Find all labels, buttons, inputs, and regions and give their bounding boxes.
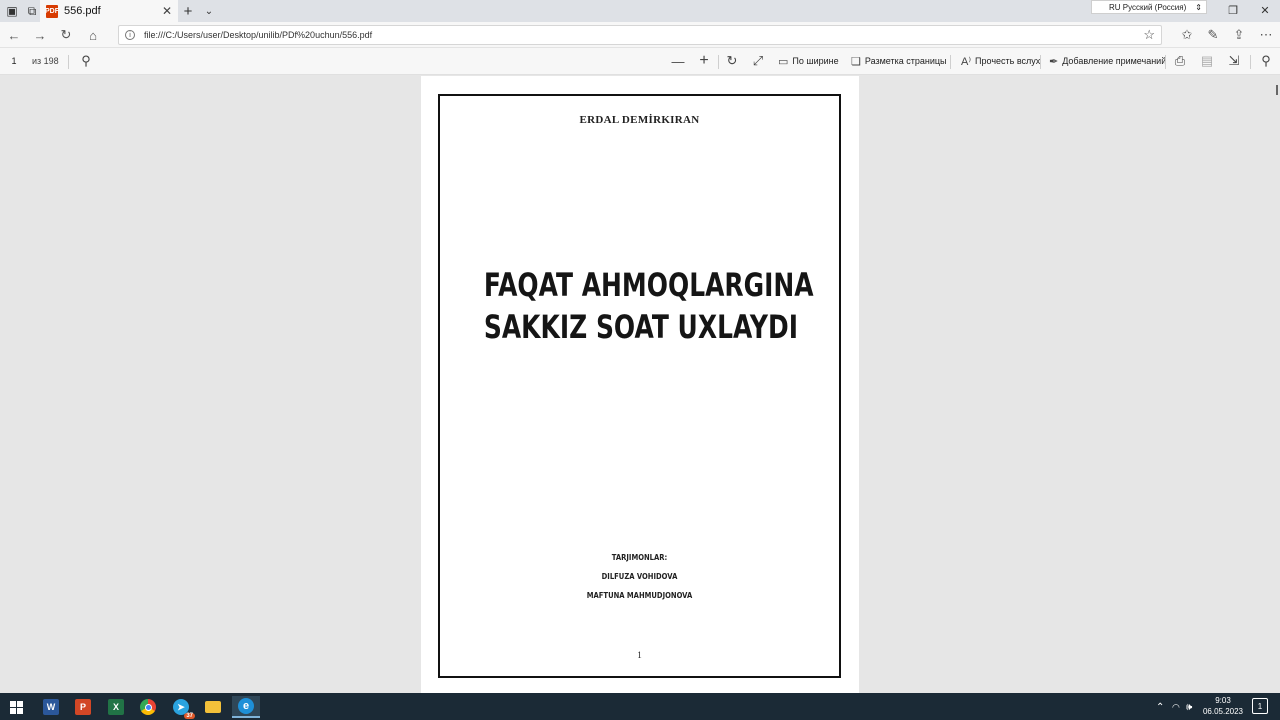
telegram-icon: ➤ 37 xyxy=(173,699,195,719)
info-icon[interactable]: i xyxy=(125,30,135,40)
page-border-frame: ERDAL DEMİRKIRAN FAQAT AHMOQLARGINA SAKK… xyxy=(438,94,841,678)
refresh-icon[interactable]: ↻ xyxy=(57,26,75,44)
system-clock[interactable]: 9:03 06.05.2023 xyxy=(1200,695,1246,717)
tab-list-chevron-icon[interactable]: ⌄ xyxy=(201,3,217,19)
share-icon[interactable]: ⇪ xyxy=(1230,26,1248,44)
translators-label: TARJIMONLAR: xyxy=(611,553,668,562)
toolbar-divider xyxy=(1165,55,1166,69)
volume-icon[interactable]: 🕪 xyxy=(1186,698,1192,716)
vertical-scrollbar[interactable] xyxy=(1276,85,1278,95)
page-layout-button[interactable]: ❏ Разметка страницы xyxy=(851,53,947,69)
page-number-input[interactable]: 1 xyxy=(4,53,24,69)
clock-date: 06.05.2023 xyxy=(1202,707,1244,716)
taskbar-chrome[interactable] xyxy=(137,696,159,718)
toolbar-divider xyxy=(950,55,951,69)
page-count: из 198 xyxy=(32,56,59,66)
pdf-toolbar: 1 из 198 ⚲ — + ↻ ⤢ ▭ По ширине ❏ Разметк… xyxy=(0,48,1280,75)
title-bar: ▣ ⧉ PDF 556.pdf ✕ + ⌄ RU Русский (Россия… xyxy=(0,0,1280,22)
windows-logo-icon xyxy=(9,700,23,714)
fit-width-icon: ▭ xyxy=(778,55,789,68)
folder-icon xyxy=(205,701,221,713)
toolbar-divider xyxy=(1250,55,1251,69)
fit-width-label: По ширине xyxy=(792,56,839,66)
web-notes-icon[interactable]: ✎ xyxy=(1204,26,1222,44)
taskbar-file-explorer[interactable] xyxy=(202,696,224,718)
clock-time: 9:03 xyxy=(1215,696,1231,705)
book-title-line-1: FAQAT AHMOQLARGINA xyxy=(483,266,814,304)
close-tab-icon[interactable]: ✕ xyxy=(162,4,172,18)
read-aloud-button[interactable]: A⁾ Прочесть вслух xyxy=(961,53,1040,69)
tab-title: 556.pdf xyxy=(64,5,101,17)
set-aside-tabs-icon[interactable]: ⧉ xyxy=(24,3,40,19)
page-layout-label: Разметка страницы xyxy=(864,56,947,66)
telegram-unread-badge: 37 xyxy=(184,713,195,719)
edge-icon: e xyxy=(238,698,254,714)
pdf-page: ERDAL DEMİRKIRAN FAQAT AHMOQLARGINA SAKK… xyxy=(421,76,859,693)
pdf-viewer[interactable]: ERDAL DEMİRKIRAN FAQAT AHMOQLARGINA SAKK… xyxy=(0,75,1280,693)
pdf-icon: PDF xyxy=(45,4,59,18)
more-menu-icon[interactable]: ⋯ xyxy=(1257,26,1275,44)
taskbar-edge[interactable]: e xyxy=(232,696,260,718)
toolbar-divider xyxy=(68,55,69,69)
tab-556-pdf[interactable]: PDF 556.pdf ✕ xyxy=(40,0,178,22)
restore-window-icon[interactable]: ❐ xyxy=(1224,2,1242,18)
read-aloud-icon: A⁾ xyxy=(961,55,972,68)
toolbar-divider xyxy=(718,55,719,69)
add-notes-button[interactable]: ✒ Добавление примечаний xyxy=(1049,53,1166,69)
powerpoint-icon: P xyxy=(75,699,91,715)
language-label: RU Русский (Россия) xyxy=(1109,2,1187,12)
language-spinner-icon[interactable]: ⇕ xyxy=(1195,3,1202,12)
zoom-in-icon[interactable]: + xyxy=(696,52,712,69)
favorite-star-icon[interactable]: ☆ xyxy=(1143,27,1155,43)
taskbar-excel[interactable]: X xyxy=(105,696,127,718)
book-title-line-2: SAKKIZ SOAT UXLAYDI xyxy=(483,308,798,346)
favorites-icon[interactable]: ✩ xyxy=(1178,26,1196,44)
tab-actions-icon[interactable]: ▣ xyxy=(4,3,20,19)
zoom-out-icon[interactable]: — xyxy=(670,53,686,69)
address-bar-row: ← → ↻ ⌂ i file:///C:/Users/user/Desktop/… xyxy=(0,22,1280,48)
taskbar-powerpoint[interactable]: P xyxy=(72,696,94,718)
start-button[interactable] xyxy=(5,696,27,718)
read-aloud-label: Прочесть вслух xyxy=(975,56,1041,66)
taskbar: W P X ➤ 37 e ⌃ ◠ 🕪 9:03 06.05.2023 1 xyxy=(0,693,1280,720)
fit-page-icon[interactable]: ⤢ xyxy=(750,53,766,69)
url-text: file:///C:/Users/user/Desktop/unilib/PDf… xyxy=(144,30,373,40)
pen-icon: ✒ xyxy=(1049,55,1059,68)
page-footer-number: 1 xyxy=(637,650,642,660)
word-icon: W xyxy=(43,699,59,715)
new-tab-icon[interactable]: + xyxy=(180,3,196,20)
back-arrow-icon[interactable]: ← xyxy=(5,26,23,44)
translators-block: TARJIMONLAR: DILFUZA VOHIDOVA MAFTUNA MA… xyxy=(470,548,809,605)
show-hidden-icons-chevron[interactable]: ⌃ xyxy=(1156,698,1164,716)
excel-icon: X xyxy=(108,699,124,715)
pin-toolbar-icon[interactable]: ⚲ xyxy=(1258,53,1274,69)
add-notes-label: Добавление примечаний xyxy=(1062,56,1167,66)
forward-arrow-icon[interactable]: → xyxy=(31,26,49,44)
notification-count: 1 xyxy=(1257,701,1263,711)
notification-center-icon[interactable]: 1 xyxy=(1252,698,1268,714)
print-icon[interactable]: ⎙ xyxy=(1172,53,1188,69)
network-icon[interactable]: ◠ xyxy=(1172,698,1180,716)
rotate-icon[interactable]: ↻ xyxy=(724,53,740,69)
home-icon[interactable]: ⌂ xyxy=(84,26,102,44)
translator-name: MAFTUNA MAHMUDJONOVA xyxy=(586,591,693,600)
address-input[interactable]: i file:///C:/Users/user/Desktop/unilib/P… xyxy=(118,25,1162,45)
translator-name: DILFUZA VOHIDOVA xyxy=(601,572,678,581)
book-title: FAQAT AHMOQLARGINA SAKKIZ SOAT UXLAYDI xyxy=(483,264,814,348)
close-window-icon[interactable]: ✕ xyxy=(1256,2,1274,18)
save-as-icon[interactable]: ⇲ xyxy=(1226,53,1242,69)
page-layout-icon: ❏ xyxy=(851,55,861,68)
save-icon[interactable]: ▤ xyxy=(1199,53,1215,69)
taskbar-word[interactable]: W xyxy=(40,696,62,718)
toolbar-divider xyxy=(1040,55,1041,69)
taskbar-telegram[interactable]: ➤ 37 xyxy=(170,696,195,719)
language-indicator[interactable]: RU Русский (Россия) ⇕ xyxy=(1091,0,1207,14)
fit-width-button[interactable]: ▭ По ширине xyxy=(778,53,839,69)
chrome-icon xyxy=(140,699,156,715)
search-icon[interactable]: ⚲ xyxy=(78,53,94,69)
author-name: ERDAL DEMİRKIRAN xyxy=(579,114,700,126)
